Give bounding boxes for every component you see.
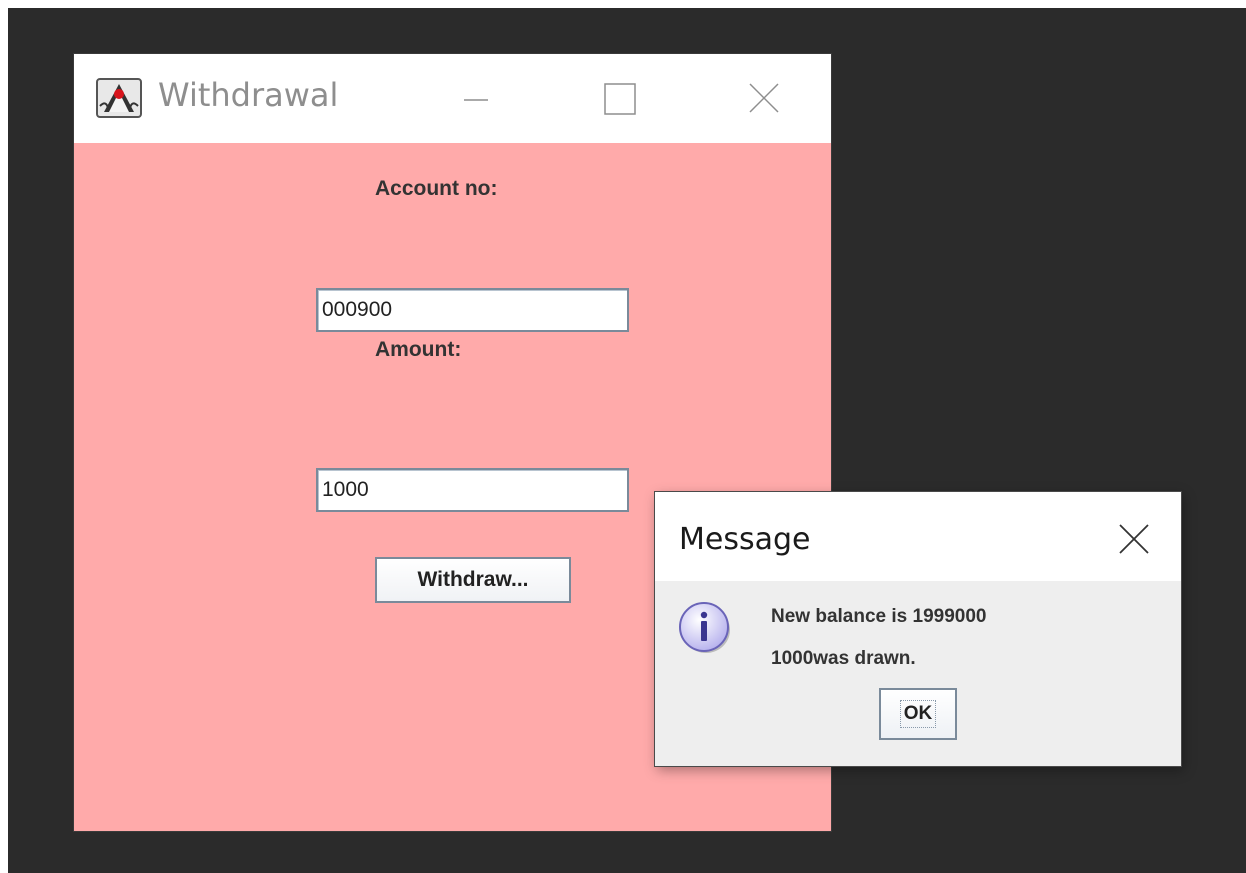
ok-button[interactable]: OK: [879, 688, 957, 740]
message-text-line-2: 1000was drawn.: [771, 648, 916, 669]
minimize-button[interactable]: [446, 74, 506, 124]
account-label: Account no:: [375, 177, 498, 200]
withdraw-button[interactable]: Withdraw...: [375, 557, 571, 603]
message-dialog: Message New balance is 1999000 1000was d…: [655, 492, 1181, 766]
window-titlebar[interactable]: Withdrawal: [74, 54, 831, 143]
close-icon: [1119, 524, 1149, 554]
maximize-icon: [604, 83, 636, 115]
info-icon: [677, 600, 733, 656]
minimize-icon: [464, 99, 488, 101]
maximize-button[interactable]: [590, 74, 650, 124]
account-number-input[interactable]: [316, 288, 629, 332]
message-text-line-1: New balance is 1999000: [771, 606, 987, 627]
close-icon: [749, 83, 779, 113]
window-title: Withdrawal: [158, 76, 339, 114]
dialog-titlebar[interactable]: Message: [655, 492, 1181, 581]
java-duke-icon: [96, 78, 142, 118]
dialog-close-button[interactable]: [1107, 514, 1161, 564]
close-button[interactable]: [734, 74, 794, 124]
amount-input[interactable]: [316, 468, 629, 512]
amount-label: Amount:: [375, 338, 462, 361]
dialog-title: Message: [679, 522, 811, 557]
ok-button-label: OK: [899, 700, 937, 728]
